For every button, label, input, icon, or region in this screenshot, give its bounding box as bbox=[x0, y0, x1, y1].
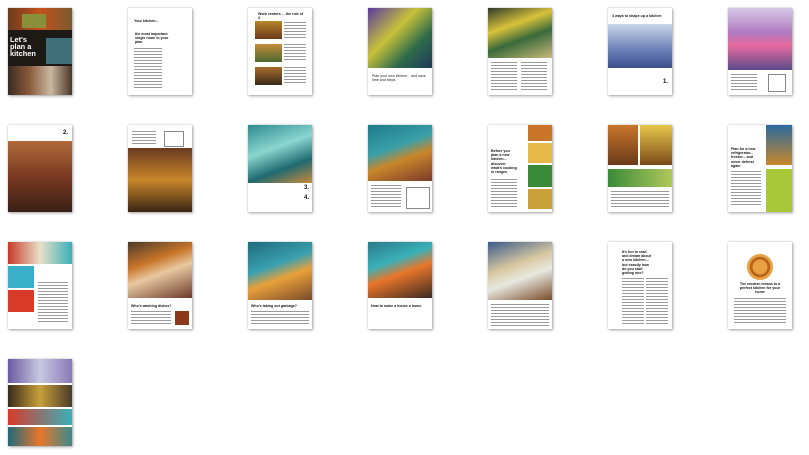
page-6-title: 4 ways to shape up a kitchen bbox=[612, 14, 662, 18]
page-thumbnail-14[interactable]: Plan for a new refrigerator... freezer..… bbox=[728, 125, 792, 212]
page-6-number: 1. bbox=[663, 79, 669, 85]
page-thumbnail-9[interactable] bbox=[128, 125, 192, 212]
page-thumbnail-11[interactable] bbox=[368, 125, 432, 212]
page-16-title: Who's washing dishes? bbox=[131, 304, 172, 308]
page-12-title: Before you plan a new kitchen... discove… bbox=[491, 149, 517, 175]
page-thumbnail-15[interactable] bbox=[8, 242, 72, 329]
page-2-title: Your kitchen... bbox=[134, 19, 159, 23]
page-thumbnail-6[interactable]: 4 ways to shape up a kitchen 1. bbox=[608, 8, 672, 95]
page-thumbnail-20[interactable]: It's fun to read and dream about a new k… bbox=[608, 242, 672, 329]
page-14-title: Plan for a new refrigerator... freezer..… bbox=[731, 147, 756, 168]
page-thumbnail-16[interactable]: Who's washing dishes? bbox=[128, 242, 192, 329]
page-8-number: 2. bbox=[63, 130, 69, 136]
page-thumbnail-22[interactable] bbox=[8, 359, 72, 446]
page-thumbnail-4[interactable]: Plan your own kitchen... and save time a… bbox=[368, 8, 432, 95]
page-3-title: Work centers ... the rule of 3 bbox=[258, 12, 304, 21]
page-thumbnail-17[interactable]: Who's taking out garbage? bbox=[248, 242, 312, 329]
page-thumbnail-5[interactable] bbox=[488, 8, 552, 95]
page-thumbnail-grid: Let's plan a kitchen Your kitchen... the… bbox=[0, 0, 809, 455]
page-thumbnail-1[interactable]: Let's plan a kitchen bbox=[8, 8, 72, 95]
page-thumbnail-2[interactable]: Your kitchen... the most important singl… bbox=[128, 8, 192, 95]
page-4-caption: Plan your own kitchen... and save time a… bbox=[372, 74, 426, 83]
page-thumbnail-7[interactable] bbox=[728, 8, 792, 95]
page-10-number-3: 3. bbox=[304, 185, 310, 191]
page-thumbnail-3[interactable]: Work centers ... the rule of 3 bbox=[248, 8, 312, 95]
page-17-title: Who's taking out garbage? bbox=[251, 304, 297, 308]
page-21-title: The modern means to a perfect kitchen fo… bbox=[739, 282, 781, 295]
page-thumbnail-19[interactable] bbox=[488, 242, 552, 329]
page-thumbnail-12[interactable]: Before you plan a new kitchen... discove… bbox=[488, 125, 552, 212]
page-20-title: It's fun to read and dream about a new k… bbox=[622, 250, 651, 276]
seal-emblem bbox=[747, 254, 773, 280]
page-thumbnail-10[interactable]: 3. 4. bbox=[248, 125, 312, 212]
page-thumbnail-13[interactable] bbox=[608, 125, 672, 212]
page-18-title: How to make a house a home bbox=[371, 304, 422, 308]
page-thumbnail-21[interactable]: The modern means to a perfect kitchen fo… bbox=[728, 242, 792, 329]
page-2-subtitle: the most important single room in your p… bbox=[135, 32, 169, 45]
cover-title: Let's plan a kitchen bbox=[10, 35, 36, 58]
page-10-number-4: 4. bbox=[304, 195, 310, 201]
page-thumbnail-8[interactable]: 2. bbox=[8, 125, 72, 212]
page-thumbnail-18[interactable]: How to make a house a home bbox=[368, 242, 432, 329]
